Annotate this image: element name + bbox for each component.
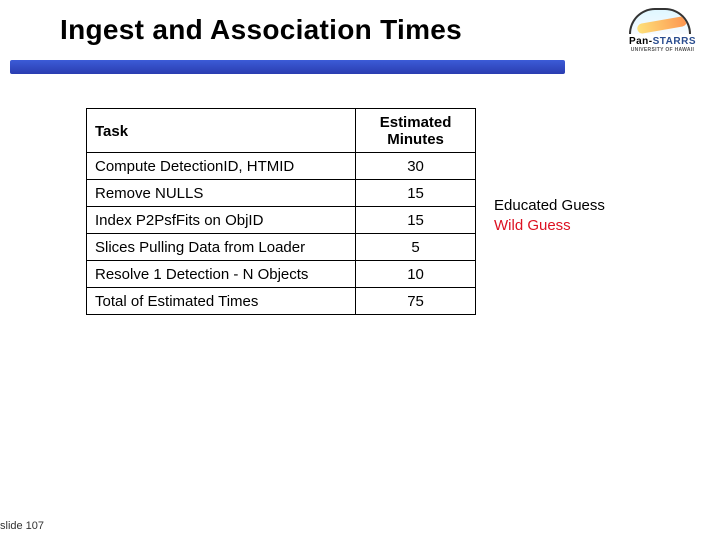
slide-number: slide 107	[0, 520, 44, 532]
logo-brand: Pan-STARRS	[629, 36, 696, 47]
cell-task: Remove NULLS	[87, 180, 356, 207]
logo-subtitle: UNIVERSITY OF HAWAII	[629, 47, 696, 53]
header-minutes: Estimated Minutes	[356, 109, 476, 153]
cell-task: Resolve 1 Detection - N Objects	[87, 261, 356, 288]
cell-task: Compute DetectionID, HTMID	[87, 153, 356, 180]
cell-minutes: 15	[356, 207, 476, 234]
legend: Educated Guess Wild Guess	[494, 196, 605, 235]
cell-minutes: 15	[356, 180, 476, 207]
table-row: Index P2PsfFits on ObjID 15	[87, 207, 476, 234]
logo-brand-main: STARRS	[653, 36, 696, 47]
times-table-container: Task Estimated Minutes Compute Detection…	[86, 108, 476, 315]
cell-minutes: 75	[356, 288, 476, 315]
times-table: Task Estimated Minutes Compute Detection…	[86, 108, 476, 315]
logo: Pan-STARRS UNIVERSITY OF HAWAII	[629, 8, 696, 53]
logo-swoosh-icon	[636, 16, 687, 34]
header-task: Task	[87, 109, 356, 153]
table-row: Slices Pulling Data from Loader 5	[87, 234, 476, 261]
logo-arc-icon	[629, 8, 691, 34]
cell-task: Index P2PsfFits on ObjID	[87, 207, 356, 234]
cell-minutes: 10	[356, 261, 476, 288]
legend-wild-guess: Wild Guess	[494, 216, 605, 236]
slide-title: Ingest and Association Times	[60, 14, 462, 46]
table-row: Remove NULLS 15	[87, 180, 476, 207]
cell-minutes: 30	[356, 153, 476, 180]
cell-task: Slices Pulling Data from Loader	[87, 234, 356, 261]
legend-educated-guess: Educated Guess	[494, 196, 605, 216]
cell-task: Total of Estimated Times	[87, 288, 356, 315]
cell-minutes: 5	[356, 234, 476, 261]
table-row: Resolve 1 Detection - N Objects 10	[87, 261, 476, 288]
table-header-row: Task Estimated Minutes	[87, 109, 476, 153]
logo-brand-prefix: Pan-	[629, 36, 653, 47]
table-row: Compute DetectionID, HTMID 30	[87, 153, 476, 180]
title-underline	[10, 60, 565, 74]
table-row: Total of Estimated Times 75	[87, 288, 476, 315]
slide: Ingest and Association Times Pan-STARRS …	[0, 0, 720, 540]
